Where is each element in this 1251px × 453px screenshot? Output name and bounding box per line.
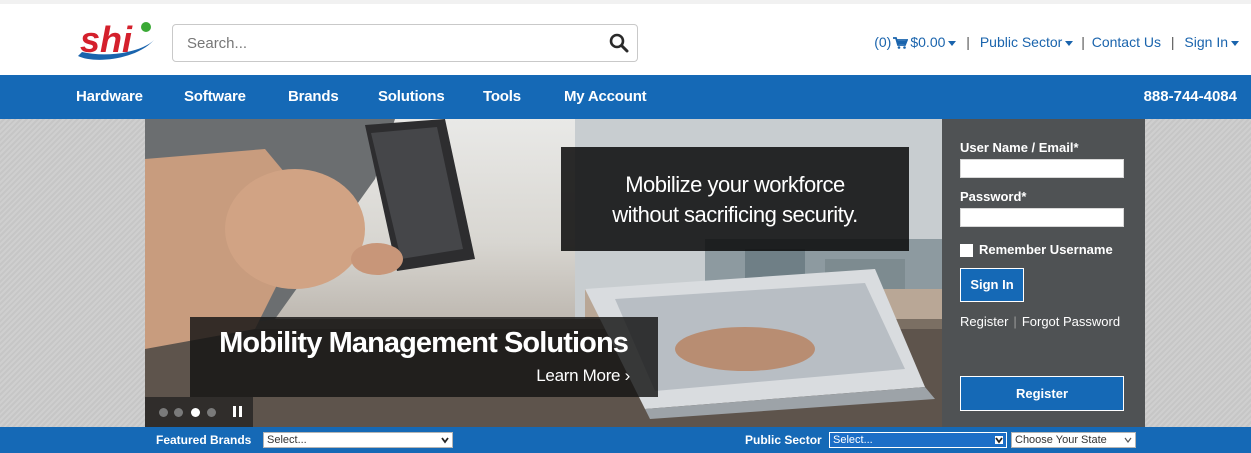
featured-brands-value: Select... bbox=[267, 434, 307, 446]
nav-item-software[interactable]: Software bbox=[184, 88, 246, 105]
search-icon[interactable] bbox=[609, 33, 629, 53]
slide-dot-1[interactable] bbox=[159, 408, 168, 417]
state-select[interactable]: Choose Your State bbox=[1011, 432, 1136, 448]
slide-dot-4[interactable] bbox=[207, 408, 216, 417]
separator: | bbox=[1170, 34, 1175, 50]
sign-in-label: Sign In bbox=[1184, 34, 1228, 50]
forgot-password-link[interactable]: Forgot Password bbox=[1022, 314, 1120, 329]
top-links: (0) $0.00 | Public Sector | Contact Us | … bbox=[874, 34, 1239, 50]
chevron-down-icon bbox=[1231, 40, 1239, 46]
main-nav: Hardware Software Brands Solutions Tools… bbox=[0, 75, 1251, 119]
featured-brands-select[interactable]: Select... bbox=[263, 432, 453, 448]
search-box bbox=[172, 24, 638, 62]
sign-in-link[interactable]: Sign In bbox=[1184, 34, 1239, 50]
slide-dot-3[interactable] bbox=[191, 408, 200, 417]
chevron-down-icon bbox=[441, 437, 449, 444]
site-header: shi (0) $0.00 | Public Sector | Contact U… bbox=[0, 0, 1251, 75]
remember-checkbox[interactable] bbox=[960, 244, 973, 257]
tagline-box: Mobilize your workforce without sacrific… bbox=[561, 147, 909, 251]
remember-label: Remember Username bbox=[979, 242, 1113, 257]
cart-total: $0.00 bbox=[910, 34, 946, 50]
register-button[interactable]: Register bbox=[960, 376, 1124, 411]
chevron-down-icon bbox=[1124, 437, 1132, 443]
tagline-line-1: Mobilize your workforce bbox=[625, 172, 845, 197]
tagline-line-2: without sacrificing security. bbox=[612, 202, 858, 227]
hero-title: Mobility Management Solutions bbox=[219, 327, 629, 359]
hero-image[interactable]: Mobilize your workforce without sacrific… bbox=[145, 119, 942, 427]
separator: | bbox=[1081, 34, 1085, 50]
username-input[interactable] bbox=[960, 159, 1124, 178]
logo-text: shi bbox=[80, 19, 133, 60]
page: shi (0) $0.00 | Public Sector | Contact U… bbox=[0, 0, 1251, 453]
nav-item-my-account[interactable]: My Account bbox=[564, 88, 647, 105]
nav-item-hardware[interactable]: Hardware bbox=[76, 88, 143, 105]
public-sector-select[interactable]: Select... bbox=[829, 432, 1007, 448]
cart-icon bbox=[893, 37, 909, 49]
learn-more-link[interactable]: Learn More › bbox=[536, 366, 630, 386]
bottom-bar: Featured Brands Select... Public Sector … bbox=[0, 427, 1251, 453]
public-sector-label: Public Sector bbox=[979, 34, 1063, 50]
phone-number: 888-744-4084 bbox=[1143, 88, 1237, 105]
password-label: Password* bbox=[960, 189, 1027, 204]
cart-count: (0) bbox=[874, 34, 892, 50]
chevron-down-icon bbox=[1065, 40, 1074, 46]
register-link[interactable]: Register bbox=[960, 314, 1008, 329]
featured-brands-label: Featured Brands bbox=[156, 433, 252, 447]
login-panel: User Name / Email* Password* Remember Us… bbox=[942, 119, 1145, 427]
nav-item-solutions[interactable]: Solutions bbox=[378, 88, 445, 105]
separator: | bbox=[1013, 314, 1017, 329]
cart-chevron-down-icon bbox=[948, 40, 957, 46]
contact-us-link[interactable]: Contact Us bbox=[1092, 34, 1161, 50]
login-links: Register | Forgot Password bbox=[960, 314, 1120, 329]
slider-controls bbox=[145, 397, 253, 427]
separator: | bbox=[966, 34, 970, 50]
search-input[interactable] bbox=[173, 25, 593, 61]
shi-logo[interactable]: shi bbox=[72, 18, 158, 64]
public-sector-label: Public Sector bbox=[745, 433, 822, 447]
sign-in-button[interactable]: Sign In bbox=[960, 268, 1024, 302]
public-sector-value: Select... bbox=[833, 434, 873, 446]
hero-banner: Mobilize your workforce without sacrific… bbox=[0, 119, 1251, 427]
public-sector-link[interactable]: Public Sector bbox=[979, 34, 1074, 50]
nav-item-brands[interactable]: Brands bbox=[288, 88, 339, 105]
cart-link[interactable]: (0) $0.00 bbox=[874, 34, 957, 50]
state-value: Choose Your State bbox=[1015, 434, 1107, 446]
nav-item-tools[interactable]: Tools bbox=[483, 88, 521, 105]
hero-title-box: Mobility Management Solutions Learn More… bbox=[190, 317, 658, 397]
pause-icon[interactable] bbox=[233, 406, 243, 417]
slide-dot-2[interactable] bbox=[174, 408, 183, 417]
username-label: User Name / Email* bbox=[960, 140, 1079, 155]
chevron-down-icon bbox=[995, 436, 1003, 444]
password-input[interactable] bbox=[960, 208, 1124, 227]
